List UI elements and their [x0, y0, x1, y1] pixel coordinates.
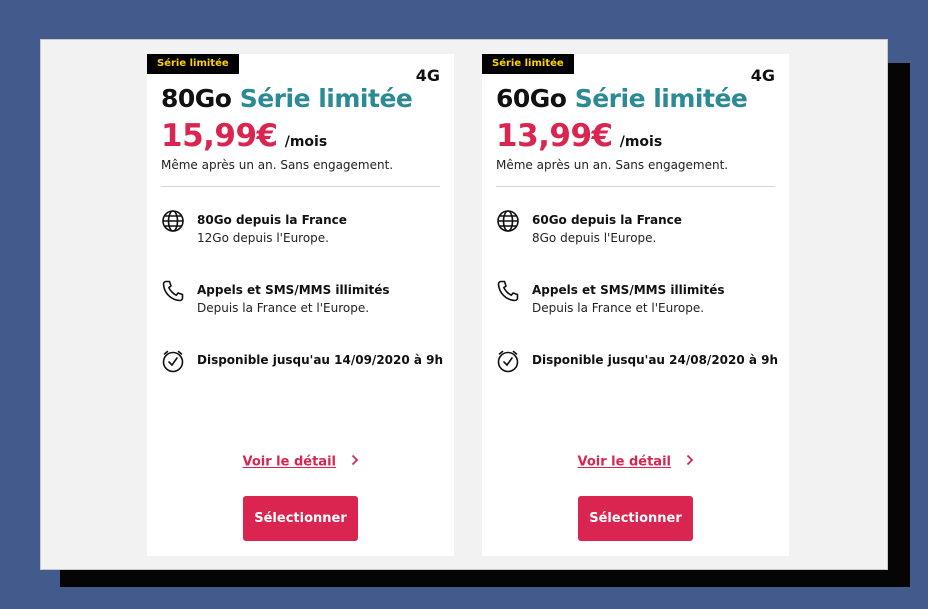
feature-title: Disponible jusqu'au 24/08/2020 à 9h	[532, 353, 779, 367]
price-period: /mois	[619, 134, 663, 150]
feature-detail: 12Go depuis l'Europe.	[197, 231, 329, 245]
detail-link[interactable]: Voir le détail	[482, 454, 789, 470]
offer-title: 60Go Série limitée	[496, 84, 748, 113]
offer-data-amount: 80Go	[161, 84, 232, 113]
select-button[interactable]: Sélectionner	[243, 496, 358, 541]
network-label: 4G	[750, 66, 775, 85]
offer-title-accent: Série limitée	[574, 84, 748, 113]
select-button[interactable]: Sélectionner	[578, 496, 693, 541]
detail-link-label[interactable]: Voir le détail	[242, 455, 336, 470]
feature-detail: 8Go depuis l'Europe.	[532, 231, 657, 245]
feature-title: 80Go depuis la France	[197, 213, 347, 227]
limited-series-badge: Série limitée	[147, 54, 239, 74]
limited-series-badge: Série limitée	[482, 54, 574, 74]
feature-detail: Depuis la France et l'Europe.	[197, 301, 370, 315]
divider	[161, 186, 440, 187]
phone-icon	[496, 279, 520, 303]
clock-icon	[161, 349, 185, 373]
offer-price: 15,99€	[161, 118, 278, 154]
offer-card: Série limitée 4G 80Go Série limitée 15,9…	[147, 54, 454, 556]
globe-icon	[496, 209, 520, 233]
feature-title: Disponible jusqu'au 14/09/2020 à 9h	[197, 353, 444, 367]
offers-panel: Série limitée 4G 80Go Série limitée 15,9…	[40, 39, 888, 570]
detail-link-label[interactable]: Voir le détail	[577, 455, 671, 470]
divider	[496, 186, 775, 187]
offer-price: 13,99€	[496, 118, 613, 154]
offer-subtitle: Même après un an. Sans engagement.	[161, 158, 394, 172]
chevron-right-icon	[686, 454, 694, 470]
feature-title: Appels et SMS/MMS illimités	[532, 283, 725, 297]
clock-icon	[496, 349, 520, 373]
network-label: 4G	[415, 66, 440, 85]
feature-detail: Depuis la France et l'Europe.	[532, 301, 705, 315]
globe-icon	[161, 209, 185, 233]
offer-card: Série limitée 4G 60Go Série limitée 13,9…	[482, 54, 789, 556]
phone-icon	[161, 279, 185, 303]
offer-data-amount: 60Go	[496, 84, 567, 113]
price-period: /mois	[284, 134, 328, 150]
chevron-right-icon	[351, 454, 359, 470]
price-row: 15,99€ /mois	[161, 118, 327, 154]
detail-link[interactable]: Voir le détail	[147, 454, 454, 470]
feature-title: 60Go depuis la France	[532, 213, 682, 227]
feature-title: Appels et SMS/MMS illimités	[197, 283, 390, 297]
price-row: 13,99€ /mois	[496, 118, 662, 154]
offer-title-accent: Série limitée	[239, 84, 413, 113]
offer-subtitle: Même après un an. Sans engagement.	[496, 158, 729, 172]
offer-title: 80Go Série limitée	[161, 84, 413, 113]
